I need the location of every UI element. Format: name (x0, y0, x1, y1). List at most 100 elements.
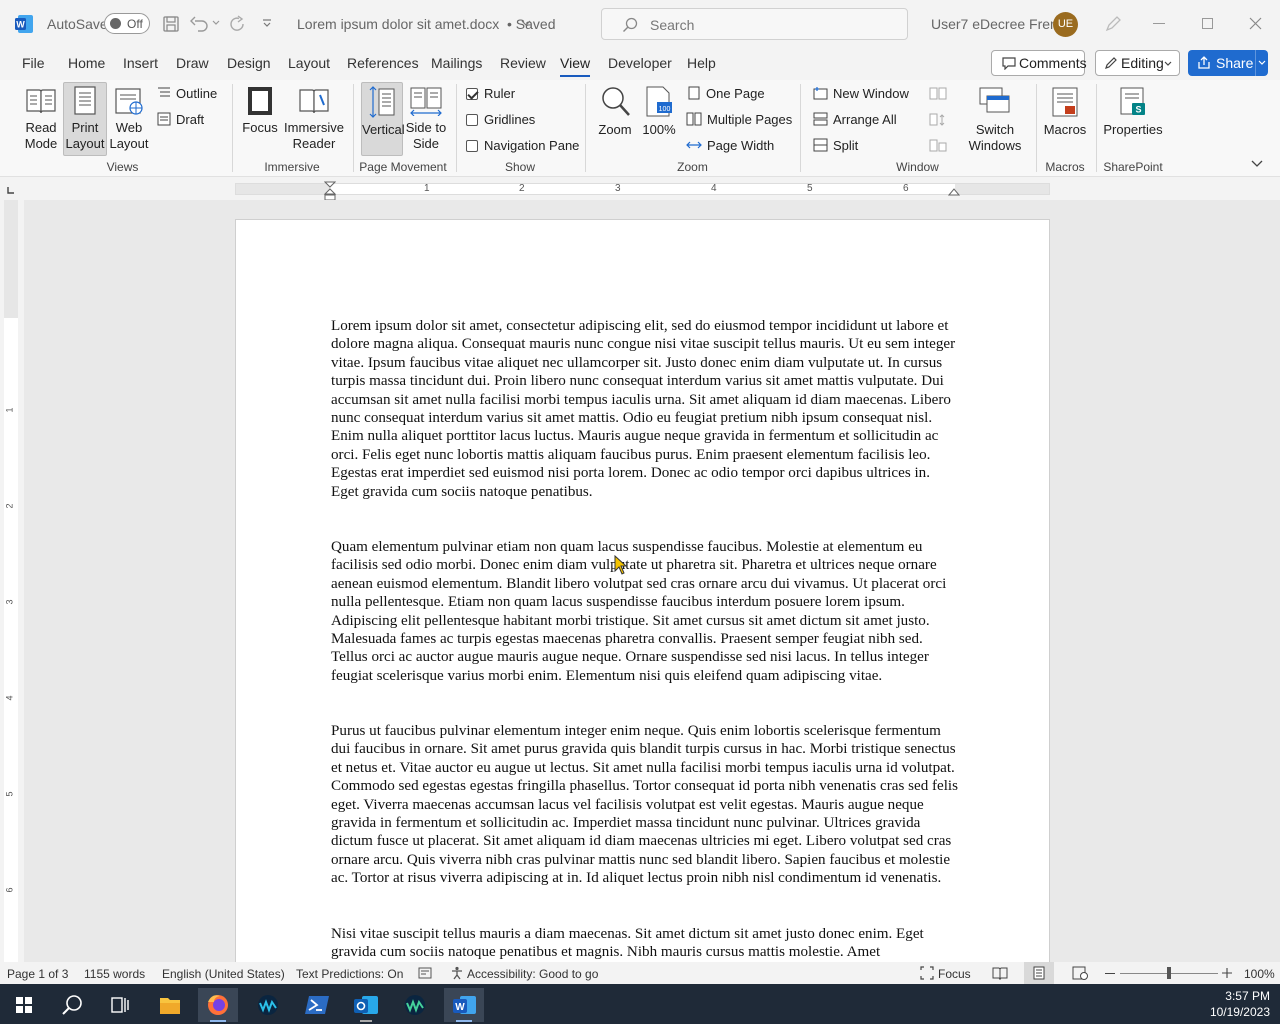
accessibility-status[interactable]: Accessibility: Good to go (467, 967, 598, 981)
page-width-button[interactable]: Page Width (686, 138, 774, 153)
maximize-icon[interactable] (1202, 18, 1213, 29)
powershell-icon[interactable] (297, 988, 337, 1022)
menu-design[interactable]: Design (227, 55, 271, 71)
right-indent-marker-icon[interactable] (948, 186, 960, 196)
zoom-button[interactable]: Zoom (594, 86, 636, 138)
redo-icon[interactable] (229, 15, 247, 33)
new-window-button[interactable]: New Window (813, 86, 909, 101)
comments-button[interactable]: Comments (991, 50, 1087, 76)
read-mode-view-icon[interactable] (992, 966, 1008, 980)
indent-marker-icon[interactable] (324, 181, 336, 201)
ruler-bar[interactable] (235, 183, 1050, 195)
collapse-ribbon-icon[interactable] (1251, 160, 1263, 168)
properties-button[interactable]: S Properties (1103, 86, 1163, 138)
language[interactable]: English (United States) (162, 967, 285, 981)
pencil-icon (1104, 56, 1118, 70)
document-title[interactable]: Lorem ipsum dolor sit amet.docx (297, 16, 499, 32)
paragraph[interactable]: Lorem ipsum dolor sit amet, consectetur … (331, 317, 961, 501)
print-layout-button[interactable]: Print Layout (63, 82, 107, 156)
customize-toolbar-icon[interactable] (262, 18, 272, 28)
track-changes-icon[interactable] (418, 967, 432, 979)
task-view-icon[interactable] (100, 988, 140, 1022)
word-taskbar-icon[interactable]: W (444, 988, 484, 1022)
share-button[interactable]: Share (1188, 50, 1268, 76)
windows-start-icon[interactable] (4, 988, 44, 1022)
menu-home[interactable]: Home (68, 55, 105, 71)
reset-window-position-icon[interactable] (929, 139, 947, 153)
close-icon[interactable] (1249, 17, 1262, 30)
gridlines-checkbox[interactable]: Gridlines (466, 112, 535, 127)
system-clock[interactable]: 3:57 PM 10/19/2023 (1210, 988, 1270, 1020)
user-name[interactable]: User7 eDecree French (931, 16, 1073, 32)
firefox-icon[interactable] (198, 988, 238, 1022)
minimize-icon[interactable] (1153, 23, 1165, 24)
draft-button[interactable]: Draft (157, 112, 204, 127)
arrange-all-button[interactable]: Arrange All (813, 112, 897, 127)
navigation-pane-checkbox[interactable]: Navigation Pane (466, 138, 579, 153)
editing-button[interactable]: Editing (1095, 50, 1180, 76)
focus-mode-button[interactable]: Focus (938, 967, 971, 981)
focus-button[interactable]: Focus (240, 86, 280, 136)
ribbon-divider (1036, 84, 1037, 172)
menu-file[interactable]: File (22, 55, 45, 71)
save-icon[interactable] (162, 15, 180, 33)
menu-layout[interactable]: Layout (288, 55, 330, 71)
document-page[interactable]: Lorem ipsum dolor sit amet, consectetur … (235, 219, 1050, 962)
menu-mailings[interactable]: Mailings (431, 55, 482, 71)
immersive-reader-button[interactable]: Immersive Reader (284, 86, 344, 152)
web-layout-button[interactable]: Web Layout (108, 86, 150, 152)
undo-dropdown-icon[interactable] (212, 20, 220, 26)
outlook-icon[interactable] (346, 988, 386, 1022)
text-predictions[interactable]: Text Predictions: On (296, 967, 403, 981)
document-area[interactable]: Lorem ipsum dolor sit amet, consectetur … (24, 200, 1280, 962)
menu-references[interactable]: References (347, 55, 419, 71)
switch-windows-button[interactable]: Switch Windows (963, 86, 1027, 154)
macros-button[interactable]: Macros (1043, 86, 1087, 138)
web-layout-view-icon[interactable] (1072, 966, 1088, 980)
focus-mode-icon (920, 966, 934, 980)
paragraph[interactable]: Quam elementum pulvinar etiam non quam l… (331, 538, 961, 685)
menu-review[interactable]: Review (500, 55, 546, 71)
side-to-side-icon (409, 86, 443, 116)
page-count[interactable]: Page 1 of 3 (7, 967, 68, 981)
split-icon (813, 138, 828, 152)
synchronous-scrolling-icon[interactable] (929, 113, 947, 127)
paragraph[interactable]: Purus ut faucibus pulvinar elementum int… (331, 722, 961, 888)
vertical-button[interactable]: Vertical (361, 82, 405, 156)
webex-icon[interactable] (248, 988, 288, 1022)
autosave-toggle[interactable]: Off (104, 13, 150, 34)
ruler-checkbox[interactable]: Ruler (466, 86, 515, 101)
tab-selector-icon[interactable] (7, 186, 15, 194)
share-chevron-icon[interactable] (1258, 60, 1266, 66)
side-to-side-button[interactable]: Side to Side (405, 86, 447, 152)
word-count[interactable]: 1155 words (84, 967, 145, 981)
paragraph[interactable]: Nisi vitae suscipit tellus mauris a diam… (331, 925, 961, 962)
multiple-pages-button[interactable]: Multiple Pages (686, 112, 792, 127)
webex-meetings-icon[interactable] (395, 988, 435, 1022)
outline-button[interactable]: Outline (157, 86, 217, 101)
zoom-level[interactable]: 100% (1244, 967, 1275, 981)
zoom-100-button[interactable]: 100 100% (641, 86, 677, 138)
read-mode-button[interactable]: Read Mode (20, 86, 62, 152)
menu-insert[interactable]: Insert (123, 55, 158, 71)
menu-view[interactable]: View (560, 55, 591, 77)
avatar[interactable]: UE (1053, 12, 1078, 37)
view-side-by-side-icon[interactable] (929, 87, 947, 101)
one-page-button[interactable]: One Page (688, 86, 765, 101)
menu-help[interactable]: Help (687, 55, 716, 71)
print-layout-view-button[interactable] (1024, 962, 1054, 984)
title-dropdown-icon[interactable] (521, 20, 531, 26)
search-box[interactable]: Search (601, 8, 908, 40)
designer-pen-icon[interactable] (1104, 15, 1122, 33)
page-width-label: Page Width (707, 138, 775, 153)
search-taskbar-icon[interactable] (52, 988, 92, 1022)
file-explorer-icon[interactable] (150, 988, 190, 1022)
outline-label: Outline (176, 86, 218, 101)
menu-draw[interactable]: Draw (176, 55, 209, 71)
zoom-slider-thumb[interactable] (1167, 967, 1171, 979)
zoom-in-icon[interactable] (1222, 968, 1232, 978)
menu-developer[interactable]: Developer (608, 55, 672, 71)
zoom-out-icon[interactable] (1105, 973, 1115, 974)
undo-icon[interactable] (190, 15, 210, 33)
split-button[interactable]: Split (813, 138, 858, 153)
